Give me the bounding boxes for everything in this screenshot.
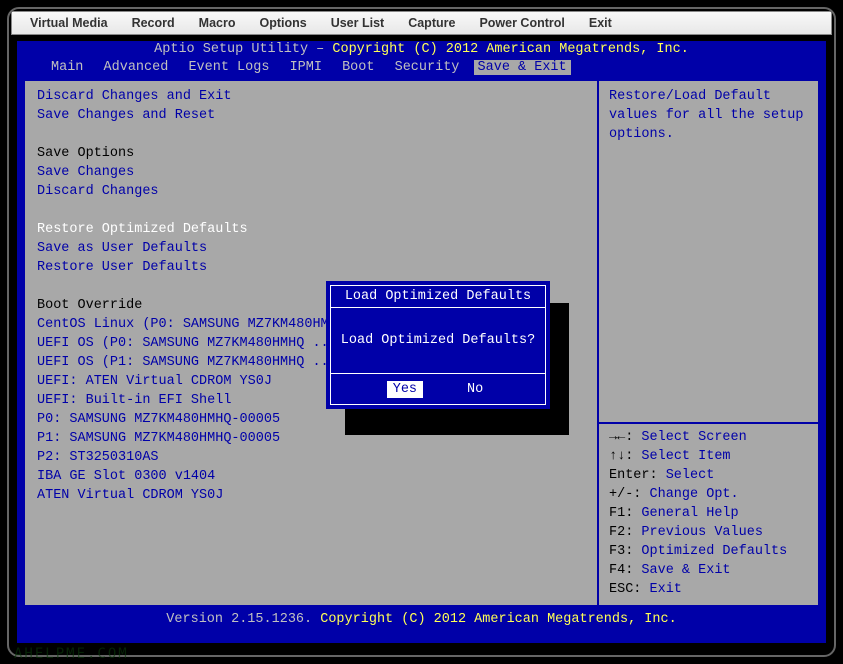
tab-ipmi[interactable]: IPMI xyxy=(284,60,328,75)
yes-button[interactable]: Yes xyxy=(387,381,423,398)
kvm-window: Virtual MediaRecordMacroOptionsUser List… xyxy=(7,7,836,657)
key-symbol: Enter: xyxy=(609,468,658,483)
blank-line xyxy=(37,125,585,144)
kvm-menu-power-control[interactable]: Power Control xyxy=(467,16,576,30)
bios-tabs: Main Advanced Event Logs IPMI Boot Secur… xyxy=(17,59,826,77)
key-symbol: F3: xyxy=(609,544,633,559)
key-label: Exit xyxy=(641,582,682,597)
bios-footer: Version 2.15.1236. Copyright (C) 2012 Am… xyxy=(17,611,826,629)
bios-title: Aptio Setup Utility – Copyright (C) 2012… xyxy=(17,41,826,59)
help-line: Restore/Load Default xyxy=(609,87,808,106)
help-key-line: ↑↓: Select Item xyxy=(609,447,808,466)
key-label: General Help xyxy=(633,506,738,521)
menu-item[interactable]: P2: ST3250310AS xyxy=(37,448,585,467)
tab-event-logs[interactable]: Event Logs xyxy=(182,60,275,75)
footer-prefix: Version 2.15.1236. xyxy=(166,612,320,627)
menu-item[interactable]: Discard Changes xyxy=(37,182,585,201)
help-line: options. xyxy=(609,125,808,144)
help-keys: →←: Select Screen↑↓: Select ItemEnter: S… xyxy=(609,428,808,599)
key-label: Change Opt. xyxy=(641,487,738,502)
tab-main[interactable]: Main xyxy=(45,60,89,75)
kvm-menu-record[interactable]: Record xyxy=(120,16,187,30)
dialog-body: Load Optimized Defaults? xyxy=(331,308,545,374)
menu-item[interactable]: Save Changes and Reset xyxy=(37,106,585,125)
menu-item: Save Options xyxy=(37,144,585,163)
kvm-menubar: Virtual MediaRecordMacroOptionsUser List… xyxy=(11,11,832,35)
help-key-line: ESC: Exit xyxy=(609,580,808,599)
watermark: AHELPME.COM xyxy=(14,646,129,662)
menu-item[interactable]: Restore User Defaults xyxy=(37,258,585,277)
tab-security[interactable]: Security xyxy=(389,60,466,75)
tab-boot[interactable]: Boot xyxy=(336,60,380,75)
title-prefix: Aptio Setup Utility – xyxy=(154,42,332,57)
menu-item[interactable]: Save Changes xyxy=(37,163,585,182)
help-key-line: +/-: Change Opt. xyxy=(609,485,808,504)
key-label: Select xyxy=(658,468,715,483)
key-symbol: F2: xyxy=(609,525,633,540)
key-symbol: →←: xyxy=(609,430,633,445)
help-key-line: →←: Select Screen xyxy=(609,428,808,447)
right-panel: Restore/Load Default values for all the … xyxy=(599,81,818,605)
kvm-menu-user-list[interactable]: User List xyxy=(319,16,397,30)
help-key-line: F1: General Help xyxy=(609,504,808,523)
dialog-buttons: Yes No xyxy=(331,374,545,404)
footer-copyright: Copyright (C) 2012 American Megatrends, … xyxy=(320,612,676,627)
confirm-dialog-inner: Load Optimized Defaults Load Optimized D… xyxy=(330,285,546,405)
kvm-menu-macro[interactable]: Macro xyxy=(187,16,248,30)
key-symbol: +/-: xyxy=(609,487,641,502)
help-divider xyxy=(599,422,818,424)
help-key-line: F2: Previous Values xyxy=(609,523,808,542)
tab-advanced[interactable]: Advanced xyxy=(98,60,175,75)
help-line: values for all the setup xyxy=(609,106,808,125)
key-symbol: F4: xyxy=(609,563,633,578)
no-button[interactable]: No xyxy=(461,381,489,398)
key-label: Previous Values xyxy=(633,525,763,540)
key-symbol: F1: xyxy=(609,506,633,521)
kvm-menu-exit[interactable]: Exit xyxy=(577,16,624,30)
key-symbol: ↑↓: xyxy=(609,449,633,464)
key-label: Select Item xyxy=(633,449,730,464)
menu-item[interactable]: Save as User Defaults xyxy=(37,239,585,258)
title-copyright: Copyright (C) 2012 American Megatrends, … xyxy=(332,42,688,57)
confirm-dialog: Load Optimized Defaults Load Optimized D… xyxy=(326,281,550,409)
kvm-menu-virtual-media[interactable]: Virtual Media xyxy=(18,16,120,30)
menu-item[interactable]: IBA GE Slot 0300 v1404 xyxy=(37,467,585,486)
menu-item[interactable]: ATEN Virtual CDROM YS0J xyxy=(37,486,585,505)
tab-save-exit[interactable]: Save & Exit xyxy=(474,60,571,75)
bios-screen: Aptio Setup Utility – Copyright (C) 2012… xyxy=(17,41,826,643)
key-label: Optimized Defaults xyxy=(633,544,787,559)
key-symbol: ESC: xyxy=(609,582,641,597)
menu-item[interactable]: Discard Changes and Exit xyxy=(37,87,585,106)
key-label: Save & Exit xyxy=(633,563,730,578)
dialog-question: Load Optimized Defaults? xyxy=(341,333,535,348)
dialog-title: Load Optimized Defaults xyxy=(331,286,545,308)
blank-line xyxy=(37,201,585,220)
kvm-menu-capture[interactable]: Capture xyxy=(396,16,467,30)
help-key-line: Enter: Select xyxy=(609,466,808,485)
help-description: Restore/Load Default values for all the … xyxy=(609,87,808,422)
key-label: Select Screen xyxy=(633,430,746,445)
menu-item[interactable]: Restore Optimized Defaults xyxy=(37,220,585,239)
help-key-line: F4: Save & Exit xyxy=(609,561,808,580)
help-key-line: F3: Optimized Defaults xyxy=(609,542,808,561)
kvm-menu-options[interactable]: Options xyxy=(247,16,318,30)
